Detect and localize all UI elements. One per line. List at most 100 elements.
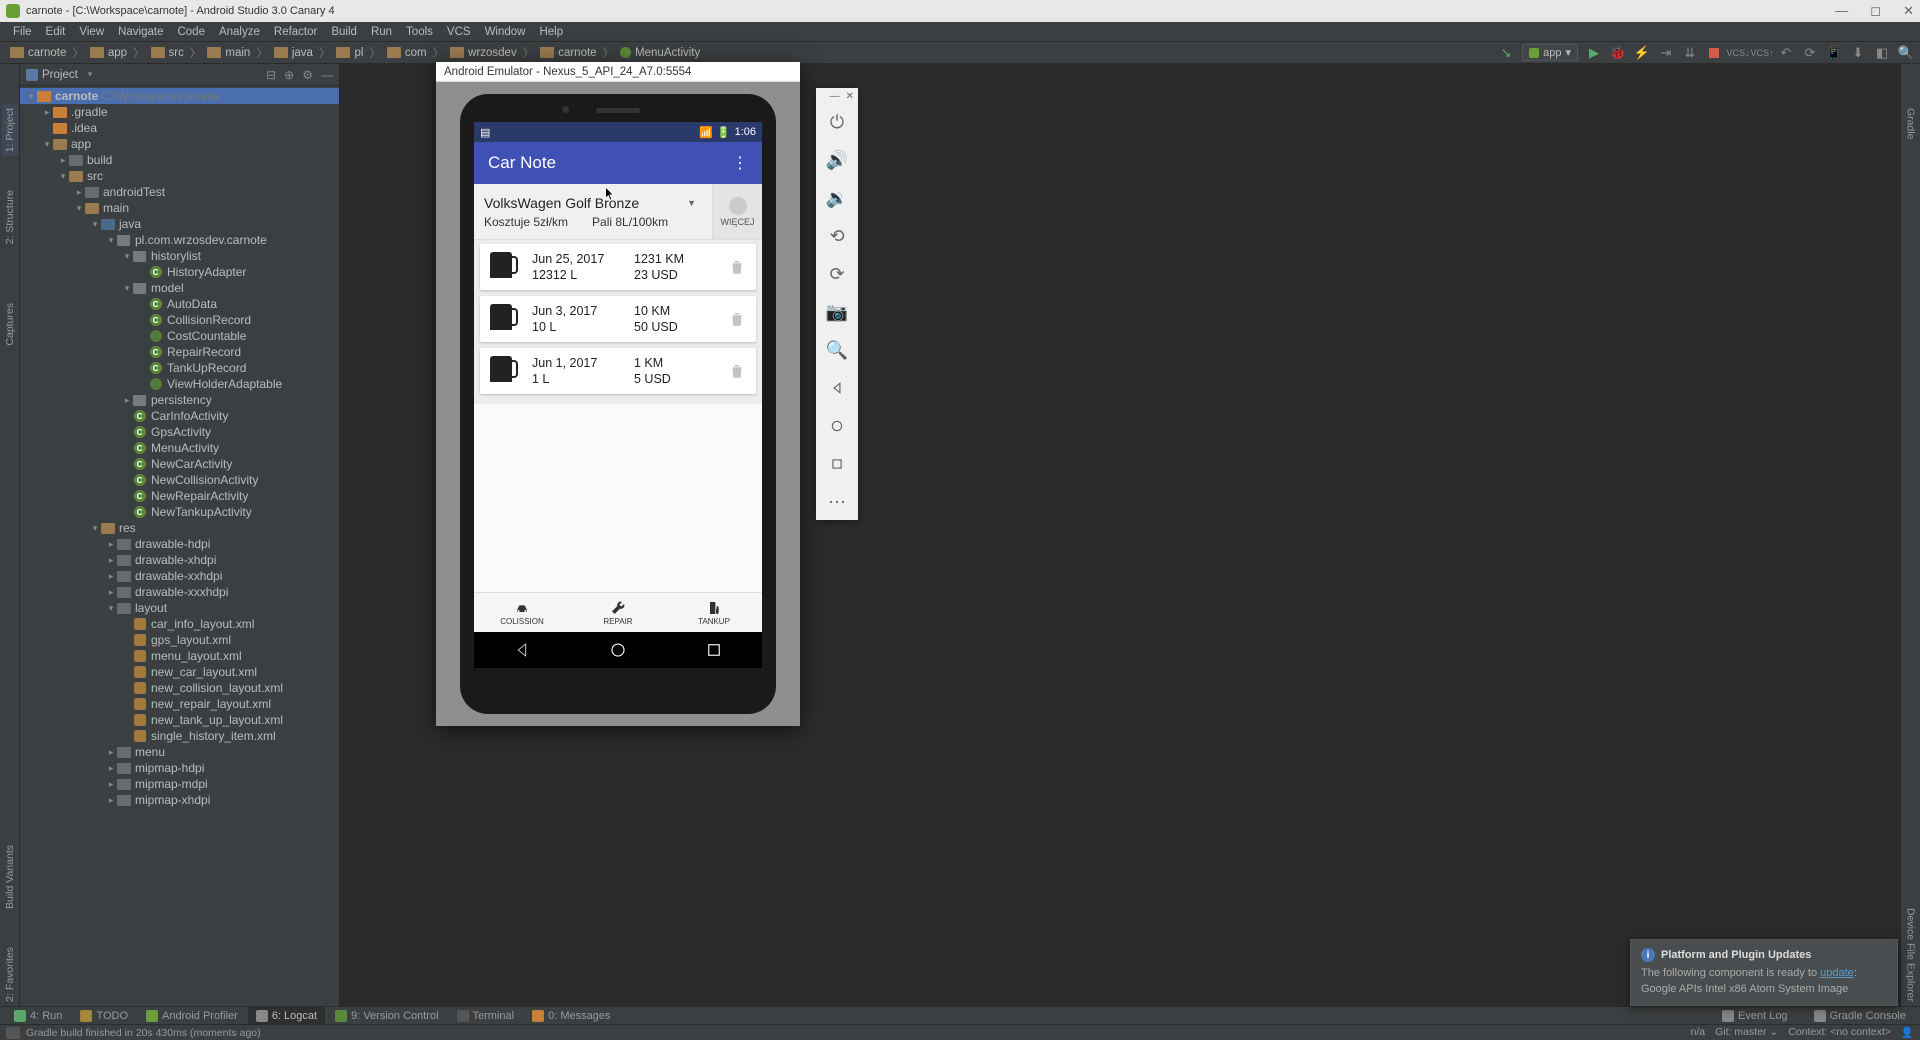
update-notification[interactable]: i Platform and Plugin Updates The follow… (1630, 939, 1898, 1006)
tree-item[interactable]: ViewHolderAdaptable (20, 376, 339, 392)
apply-changes-icon[interactable]: ⇊ (1682, 45, 1698, 61)
nav-collision[interactable]: COLISSION (474, 593, 570, 632)
scroll-from-source-icon[interactable]: ⊕ (284, 68, 294, 82)
tree-item[interactable]: .idea (20, 120, 339, 136)
tree-item[interactable]: CAutoData (20, 296, 339, 312)
tree-item[interactable]: car_info_layout.xml (20, 616, 339, 632)
project-tree[interactable]: ▾carnote C:\Workspace\carnote ▸.gradle .… (20, 86, 339, 1006)
tab-device-explorer[interactable]: Device File Explorer (1903, 904, 1919, 1006)
status-git-branch[interactable]: Git: master ⌄ (1715, 1026, 1778, 1039)
emu-overview-icon[interactable] (827, 454, 847, 474)
tree-item[interactable]: ▸mipmap-mdpi (20, 776, 339, 792)
emulator-toolbar[interactable]: — ✕ ⏻ 🔊 🔉 ⟲ ⟳ 📷 🔍 ⋯ (816, 88, 858, 520)
menu-refactor[interactable]: Refactor (267, 26, 324, 38)
volume-up-icon[interactable]: 🔊 (827, 150, 847, 170)
tree-item[interactable]: ▾historylist (20, 248, 339, 264)
tree-item[interactable]: ▾app (20, 136, 339, 152)
menu-window[interactable]: Window (478, 26, 533, 38)
sdk-manager-icon[interactable]: ⬇ (1850, 45, 1866, 61)
menu-analyze[interactable]: Analyze (212, 26, 267, 38)
crumb-src[interactable]: src (147, 47, 188, 59)
tree-item[interactable]: CCollisionRecord (20, 312, 339, 328)
tree-root[interactable]: ▾carnote C:\Workspace\carnote (20, 88, 339, 104)
tree-item[interactable]: CMenuActivity (20, 440, 339, 456)
status-encoding[interactable]: n/a (1691, 1026, 1706, 1039)
power-icon[interactable]: ⏻ (827, 112, 847, 132)
tree-item[interactable]: CGpsActivity (20, 424, 339, 440)
back-button-icon[interactable] (513, 641, 531, 659)
menu-view[interactable]: View (72, 26, 111, 38)
status-hector-icon[interactable]: 👤 (1901, 1026, 1914, 1039)
make-project-icon[interactable]: ↘ (1498, 45, 1514, 61)
tree-item[interactable]: ▸drawable-xhdpi (20, 552, 339, 568)
tab-gradle-console[interactable]: Gradle Console (1806, 1010, 1914, 1022)
menu-edit[interactable]: Edit (39, 26, 73, 38)
tab-logcat[interactable]: 6: Logcat (248, 1007, 325, 1024)
tree-item[interactable]: CTankUpRecord (20, 360, 339, 376)
tree-item[interactable]: ▾main (20, 200, 339, 216)
crumb-pl[interactable]: pl (332, 47, 367, 59)
emu-back-icon[interactable] (827, 378, 847, 398)
crumb-wrzosdev[interactable]: wrzosdev (446, 47, 521, 59)
debug-button-icon[interactable]: 🐞 (1610, 45, 1626, 61)
settings-icon[interactable]: ⚙ (302, 68, 313, 82)
menu-build[interactable]: Build (324, 26, 364, 38)
tree-item[interactable]: new_tank_up_layout.xml (20, 712, 339, 728)
tab-favorites[interactable]: 2: Favorites (2, 943, 18, 1006)
tree-item[interactable]: ▾src (20, 168, 339, 184)
screenshot-icon[interactable]: 📷 (827, 302, 847, 322)
vcs-history-icon[interactable]: ↶ (1778, 45, 1794, 61)
tab-version-control[interactable]: 9: Version Control (327, 1007, 446, 1024)
history-list[interactable]: Jun 25, 2017 1231 KM 12312 L 23 USD Jun … (474, 240, 762, 404)
emulator-window[interactable]: Android Emulator - Nexus_5_API_24_A7.0:5… (436, 62, 800, 726)
rotate-right-icon[interactable]: ⟳ (827, 264, 847, 284)
overflow-menu-icon[interactable]: ⋮ (732, 153, 748, 173)
car-spinner[interactable]: VolksWagen Golf Bronze ▼ (484, 195, 702, 211)
avd-manager-icon[interactable]: 📱 (1826, 45, 1842, 61)
tab-captures[interactable]: Captures (2, 299, 18, 350)
collapse-all-icon[interactable]: ⊟ (266, 68, 276, 82)
tab-event-log[interactable]: Event Log (1714, 1010, 1796, 1022)
phone-screen[interactable]: ▤ 📶 🔋 1:06 Car Note ⋮ VolksW (474, 122, 762, 632)
tab-android-profiler[interactable]: Android Profiler (138, 1007, 246, 1024)
tree-item[interactable]: ▸androidTest (20, 184, 339, 200)
tree-item[interactable]: ▸drawable-xxhdpi (20, 568, 339, 584)
tree-item[interactable]: ▾layout (20, 600, 339, 616)
tree-item[interactable]: CNewCarActivity (20, 456, 339, 472)
tab-build-variants[interactable]: Build Variants (2, 841, 18, 913)
crumb-main[interactable]: main (203, 47, 254, 59)
tree-item[interactable]: ▸mipmap-xhdpi (20, 792, 339, 808)
crumb-menuactivity[interactable]: MenuActivity (616, 47, 704, 59)
rotate-left-icon[interactable]: ⟲ (827, 226, 847, 246)
tree-item[interactable]: ▾model (20, 280, 339, 296)
tree-item[interactable]: CCarInfoActivity (20, 408, 339, 424)
tree-item[interactable]: CNewCollisionActivity (20, 472, 339, 488)
history-card[interactable]: Jun 3, 2017 10 KM 10 L 50 USD (480, 296, 756, 342)
crumb-carnote[interactable]: carnote (536, 47, 600, 59)
project-view-selector[interactable]: Project ▾ (26, 69, 92, 81)
search-everywhere-icon[interactable]: 🔍 (1898, 45, 1914, 61)
tree-item[interactable]: ▸drawable-hdpi (20, 536, 339, 552)
tree-item[interactable]: ▸mipmap-hdpi (20, 760, 339, 776)
menu-help[interactable]: Help (532, 26, 570, 38)
zoom-icon[interactable]: 🔍 (827, 340, 847, 360)
tree-item[interactable]: CostCountable (20, 328, 339, 344)
layout-inspector-icon[interactable]: ◧ (1874, 45, 1890, 61)
history-card[interactable]: Jun 1, 2017 1 KM 1 L 5 USD (480, 348, 756, 394)
nav-tankup[interactable]: TANKUP (666, 593, 762, 632)
tree-item[interactable]: new_car_layout.xml (20, 664, 339, 680)
menu-vcs[interactable]: VCS (440, 26, 478, 38)
tab-structure[interactable]: 2: Structure (2, 186, 18, 248)
emu-minimize-icon[interactable]: — (830, 91, 840, 102)
crumb-java[interactable]: java (270, 47, 317, 59)
menu-navigate[interactable]: Navigate (111, 26, 170, 38)
minimize-button[interactable]: — (1835, 3, 1848, 19)
recents-button-icon[interactable] (705, 641, 723, 659)
hide-panel-icon[interactable]: — (321, 68, 333, 82)
menu-code[interactable]: Code (170, 26, 212, 38)
volume-down-icon[interactable]: 🔉 (827, 188, 847, 208)
tree-item[interactable]: CNewTankupActivity (20, 504, 339, 520)
more-info-button[interactable]: WIĘCEJ (712, 184, 762, 239)
vcs-commit-icon[interactable]: VCS↑ (1754, 45, 1770, 61)
crumb-com[interactable]: com (383, 47, 431, 59)
